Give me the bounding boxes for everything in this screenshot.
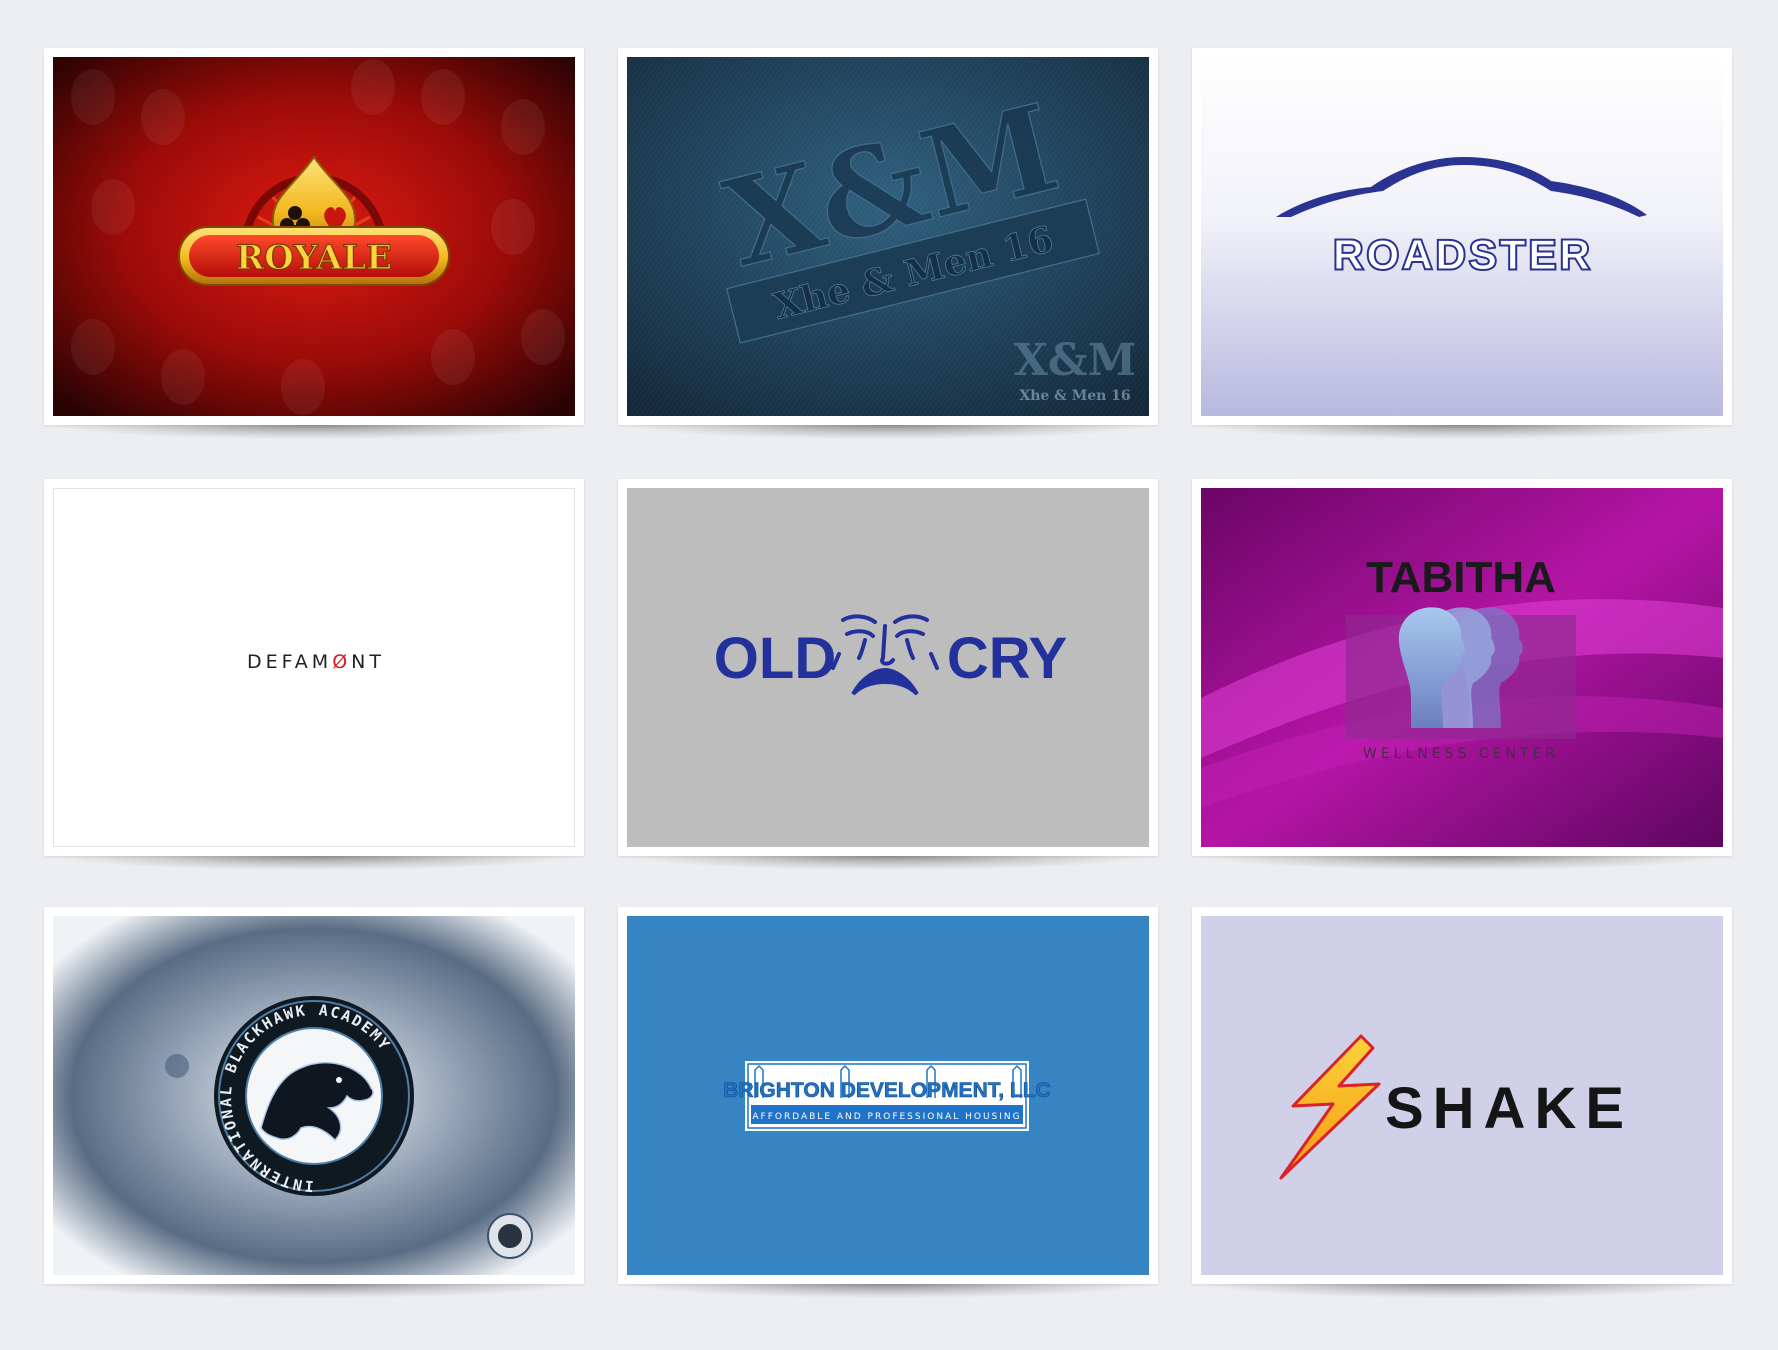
brighton-tagline: AFFORDABLE AND PROFESSIONAL HOUSING [752,1112,1021,1122]
xm-logo-artwork: X&M Xhe & Men 16 X&M Xhe & Men 16 [627,57,1149,416]
royale-logo-artwork: ROYALE [53,57,575,416]
logo-card-oldcry[interactable]: OLD CRY [618,479,1158,870]
oldcry-left-word: OLD [714,626,836,691]
logo-card-xm[interactable]: X&M Xhe & Men 16 X&M Xhe & Men 16 [618,48,1158,439]
tabitha-logo-artwork: TABITHA WELLNESS CENTER [1201,488,1723,847]
logo-card-brighton[interactable]: BRIGHTON DEVELOPMENT, LLC AFFORDABLE AND… [618,907,1158,1298]
oldcry-right-word: CRY [947,626,1067,691]
logo-card-blackhawk[interactable]: INTERNATIONAL BLACKHAWK ACADEMY [44,907,584,1298]
logo-card-roadster[interactable]: ROADSTER ROADSTER [1192,48,1732,439]
shake-name: SHAKE [1385,1076,1633,1141]
roadster-name-outline: ROADSTER [1333,231,1593,278]
defamont-logo-artwork: DEFAMØNT [54,489,574,846]
xm-stamp-monogram: X&M [1014,335,1137,386]
shake-logo-artwork: SHAKE [1201,916,1723,1275]
logo-card-tabitha[interactable]: TABITHA WELLNESS CENTER [1192,479,1732,870]
oldcry-logo-artwork: OLD CRY [627,488,1149,847]
logo-card-royale[interactable]: ROYALE [44,48,584,439]
logo-card-shake[interactable]: SHAKE [1192,907,1732,1298]
roadster-logo-artwork: ROADSTER ROADSTER [1201,57,1723,416]
brighton-name: BRIGHTON DEVELOPMENT, LLC [723,1079,1050,1102]
logo-card-defamont[interactable]: DEFAMØNT [44,479,584,870]
tabitha-tagline: WELLNESS CENTER [1363,746,1559,762]
defamont-name: DEFAMØNT [247,651,385,673]
xm-stamp-text: Xhe & Men 16 [1019,388,1130,404]
tabitha-name: TABITHA [1366,553,1556,602]
brighton-logo-artwork: BRIGHTON DEVELOPMENT, LLC AFFORDABLE AND… [627,916,1149,1275]
royale-name: ROYALE [236,238,392,278]
blackhawk-logo-artwork: INTERNATIONAL BLACKHAWK ACADEMY [53,916,575,1275]
